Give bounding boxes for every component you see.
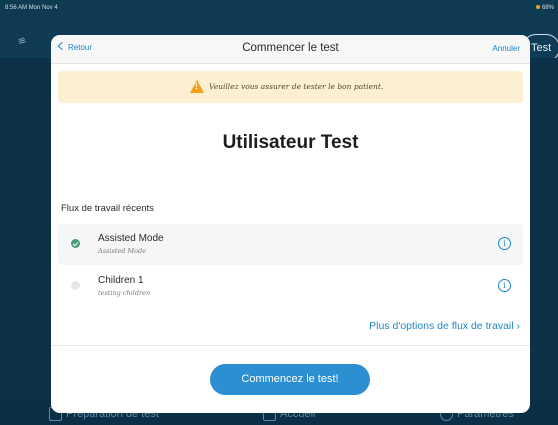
start-test-button[interactable]: Commencez le test! (210, 364, 370, 395)
warning-text: Veuillez vous assurer de tester le bon p… (209, 82, 384, 91)
status-time: 8:56 AM Mon Nov 4 (5, 5, 58, 11)
info-icon[interactable]: i (498, 279, 511, 292)
start-test-modal: Retour Commencer le test Annuler Veuille… (51, 35, 530, 413)
battery-indicator: 68% (535, 5, 554, 11)
modal-title: Commencer le test (242, 42, 339, 54)
selected-check-icon[interactable] (71, 239, 80, 248)
section-title: Flux de travail récents (61, 203, 154, 214)
status-bar: 8:56 AM Mon Nov 4 68% (0, 0, 558, 18)
battery-icon (535, 5, 540, 10)
workflow-subtitle: Assisted Mode (98, 247, 147, 255)
info-icon[interactable]: i (498, 237, 511, 250)
user-name: Utilisateur Test (222, 132, 359, 153)
warning-banner: Veuillez vous assurer de tester le bon p… (58, 71, 523, 103)
modal-header: Retour Commencer le test Annuler (51, 35, 530, 64)
workflow-title: Assisted Mode (98, 233, 164, 244)
battery-level: 68% (541, 5, 554, 11)
divider (51, 345, 530, 346)
workflow-subtitle: testing children (98, 289, 151, 297)
cancel-button[interactable]: Annuler (492, 44, 520, 53)
workflow-item[interactable]: Assisted Mode Assisted Mode i (58, 224, 523, 265)
more-workflow-options-link[interactable]: Plus d'options de flux de travail › (369, 320, 520, 332)
warning-icon (190, 80, 204, 93)
unselected-radio-icon[interactable] (71, 281, 80, 290)
workflow-title: Children 1 (98, 275, 144, 286)
workflow-item[interactable]: Children 1 testing children i (58, 266, 523, 307)
